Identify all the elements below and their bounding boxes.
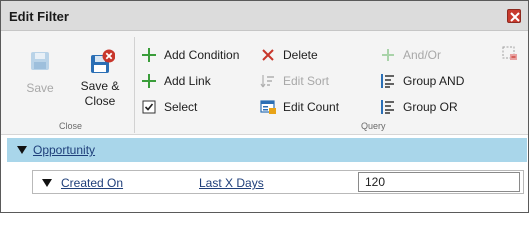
- collapse-arrow-icon[interactable]: [42, 177, 52, 191]
- add-condition-button[interactable]: Add Condition: [140, 45, 239, 65]
- add-link-label: Add Link: [164, 74, 211, 88]
- edit-filter-dialog: Edit Filter Save Save & Close Close Add …: [0, 0, 529, 213]
- dialog-title: Edit Filter: [9, 9, 69, 24]
- select-button[interactable]: Select: [140, 97, 197, 117]
- query-group-label: Query: [361, 121, 386, 131]
- group-and-button[interactable]: Group AND: [379, 71, 464, 91]
- plus-icon: [140, 72, 158, 90]
- checkbox-icon: [140, 98, 158, 116]
- plus-icon: [379, 46, 397, 64]
- save-button[interactable]: Save: [21, 49, 59, 96]
- save-label: Save: [26, 81, 54, 95]
- and-or-button[interactable]: And/Or: [379, 45, 441, 65]
- plus-icon: [140, 46, 158, 64]
- group-or-button[interactable]: Group OR: [379, 97, 458, 117]
- select-label: Select: [164, 100, 198, 114]
- save-icon: [31, 52, 49, 70]
- field-link[interactable]: Created On: [61, 176, 123, 190]
- save-close-label-line2: Close: [84, 94, 116, 108]
- edit-count-button[interactable]: Edit Count: [259, 97, 339, 117]
- filter-tree: Opportunity Created On Last X Days: [1, 135, 528, 212]
- save-close-label-line1: Save &: [80, 79, 120, 93]
- collapse-arrow-icon[interactable]: [17, 144, 27, 158]
- edit-sort-button[interactable]: Edit Sort: [259, 71, 329, 91]
- clear-icon[interactable]: [501, 45, 519, 63]
- sort-icon: [259, 72, 277, 90]
- and-or-label: And/Or: [403, 48, 442, 62]
- group-divider: [134, 37, 135, 133]
- group-and-icon: [379, 72, 397, 90]
- group-or-label: Group OR: [403, 100, 458, 114]
- save-close-icon: [91, 49, 115, 73]
- count-icon: [259, 98, 277, 116]
- add-link-button[interactable]: Add Link: [140, 71, 211, 91]
- group-or-icon: [379, 98, 397, 116]
- delete-label: Delete: [283, 48, 318, 62]
- close-group-label: Close: [59, 121, 83, 131]
- close-icon[interactable]: [507, 9, 521, 23]
- title-bar: Edit Filter: [1, 1, 528, 31]
- edit-count-label: Edit Count: [283, 100, 340, 114]
- condition-row: Created On Last X Days: [32, 170, 524, 194]
- save-and-close-button[interactable]: Save & Close: [75, 49, 125, 109]
- ribbon: Save Save & Close Close Add Condition Ad…: [1, 31, 528, 135]
- entity-link[interactable]: Opportunity: [33, 143, 95, 157]
- edit-sort-label: Edit Sort: [283, 74, 330, 88]
- delete-button[interactable]: Delete: [259, 45, 318, 65]
- delete-x-icon: [259, 46, 277, 64]
- add-condition-label: Add Condition: [164, 48, 240, 62]
- entity-row: Opportunity: [7, 138, 527, 162]
- operator-link[interactable]: Last X Days: [199, 176, 264, 190]
- group-and-label: Group AND: [403, 74, 465, 88]
- value-input[interactable]: [358, 172, 520, 192]
